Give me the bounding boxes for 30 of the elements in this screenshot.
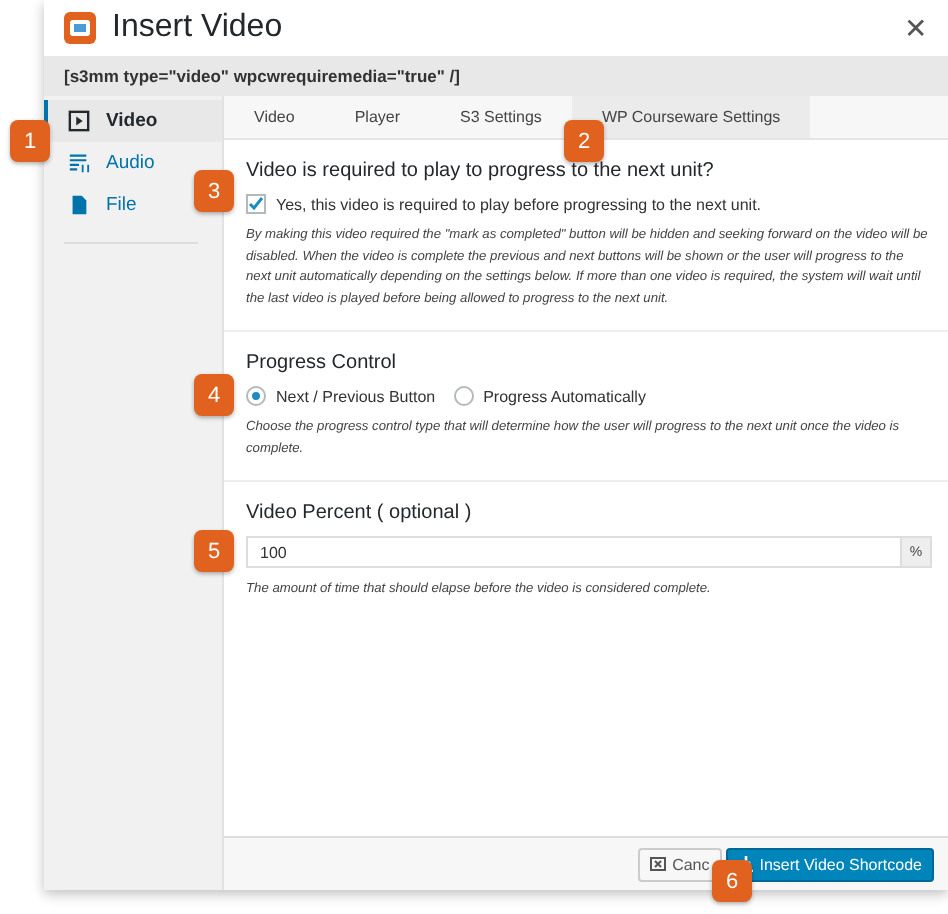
- window-title: Insert Video: [112, 10, 285, 46]
- checkbox[interactable]: [246, 194, 266, 214]
- tab[interactable]: Player: [324, 96, 431, 138]
- callout-badge: 2: [564, 120, 604, 162]
- tab[interactable]: Video: [224, 96, 325, 138]
- sidebar-item[interactable]: Audio: [44, 142, 167, 184]
- sidebar-item[interactable]: Video: [44, 100, 222, 142]
- callout-badge: 4: [194, 374, 234, 416]
- radio-button[interactable]: [453, 386, 474, 407]
- radio-label: Progress Automatically: [483, 387, 646, 406]
- callout-badge: 6: [712, 860, 752, 902]
- shortcode-text: [s3mm type="video" wpcwrequiremedia="true" /]: [44, 56, 948, 96]
- section-heading: Progress Control: [246, 352, 399, 375]
- video-icon: [68, 110, 90, 132]
- section-heading: Video is required to play to progress to the next unit?: [246, 160, 716, 182]
- file-icon: [68, 194, 90, 216]
- list-icon: [68, 152, 90, 174]
- section-heading: Video Percent ( optional ): [246, 502, 474, 525]
- close-box-icon: [650, 856, 667, 872]
- close-button[interactable]: ✕: [904, 12, 928, 44]
- sidebar-item[interactable]: File: [44, 184, 149, 226]
- callout-badge: 3: [194, 170, 234, 212]
- percent-field[interactable]: 100: [246, 536, 900, 569]
- callout-badge: 5: [194, 530, 234, 572]
- cancel-button[interactable]: Canc: [638, 847, 722, 881]
- radio-button[interactable]: [246, 386, 266, 407]
- callout-badge: 1: [10, 120, 50, 162]
- checkbox-label: Yes, this video is required to play before progressing to the next unit.: [276, 195, 762, 213]
- tv-icon: [64, 12, 96, 44]
- radio-label: Next / Previous Button: [276, 387, 436, 406]
